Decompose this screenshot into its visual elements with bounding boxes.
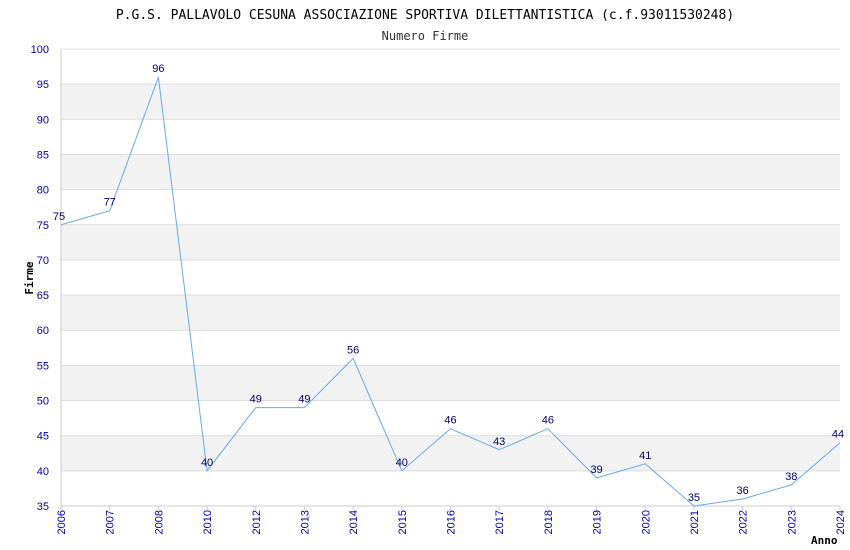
- x-tick-label-2018: 2018: [543, 510, 555, 534]
- data-label-2019: 39: [590, 464, 602, 476]
- y-tick-label-55: 55: [37, 360, 49, 372]
- data-label-2021: 35: [688, 492, 700, 504]
- data-label-2013: 49: [298, 394, 310, 406]
- line-chart: 35404550556065707580859095100 2006 2007 20…: [23, 8, 847, 547]
- band-80: [61, 154, 840, 190]
- y-tick-label-45: 45: [37, 431, 49, 443]
- data-label-2023: 38: [785, 471, 797, 483]
- band-35: [61, 470, 840, 506]
- y-tick-label-90: 90: [37, 114, 49, 126]
- band-60: [61, 295, 840, 331]
- data-label-2016: 46: [444, 415, 456, 427]
- data-label-2020: 41: [639, 450, 651, 462]
- x-tick-label-2014: 2014: [348, 510, 360, 534]
- x-tick-label-2006: 2006: [56, 510, 68, 534]
- band-75: [61, 189, 840, 225]
- data-label-2014: 56: [347, 344, 359, 356]
- x-tick-label-2023: 2023: [786, 510, 798, 534]
- data-label-2015: 40: [396, 457, 408, 469]
- band-55: [61, 330, 840, 366]
- band-85: [61, 119, 840, 155]
- x-tick-label-2015: 2015: [397, 510, 409, 534]
- data-label-2018: 46: [542, 415, 554, 427]
- band-90: [61, 84, 840, 120]
- x-tick-label-2019: 2019: [592, 510, 604, 534]
- background-bands: [61, 49, 840, 506]
- x-tick-label-2021: 2021: [689, 510, 701, 534]
- data-label-2022: 36: [737, 485, 749, 497]
- chart-subtitle: Numero Firme: [382, 29, 469, 43]
- x-tick-label-2020: 2020: [640, 510, 652, 534]
- y-tick-label-60: 60: [37, 325, 49, 337]
- y-tick-label-65: 65: [37, 290, 49, 302]
- data-label-2017: 43: [493, 436, 505, 448]
- data-label-2007: 77: [104, 197, 116, 209]
- x-tick-label-2008: 2008: [153, 510, 165, 534]
- x-tick-label-2010: 2010: [202, 510, 214, 534]
- y-tick-label-95: 95: [37, 79, 49, 91]
- band-50: [61, 365, 840, 401]
- band-95: [61, 49, 840, 85]
- x-tick-label-2012: 2012: [251, 510, 263, 534]
- x-tick-label-2016: 2016: [446, 510, 458, 534]
- y-tick-label-40: 40: [37, 466, 49, 478]
- x-tick-labels: 2006 2007 2008 2010 2012 2013 2014 2015 2016 2017…: [56, 510, 847, 534]
- y-tick-label-100: 100: [31, 44, 49, 56]
- data-label-2006: 75: [53, 211, 65, 223]
- y-tick-label-75: 75: [37, 220, 49, 232]
- y-tick-label-85: 85: [37, 149, 49, 161]
- band-70: [61, 224, 840, 260]
- data-label-2008: 96: [152, 63, 164, 75]
- y-axis-label: Firme: [23, 261, 36, 294]
- x-axis-label: Anno: [811, 534, 838, 547]
- band-65: [61, 259, 840, 296]
- x-tick-label-2013: 2013: [299, 510, 311, 534]
- x-tick-label-2024: 2024: [835, 510, 847, 534]
- data-label-2012: 49: [250, 394, 262, 406]
- band-40: [61, 435, 840, 471]
- y-tick-label-80: 80: [37, 185, 49, 197]
- chart-title: P.G.S. PALLAVOLO CESUNA ASSOCIAZIONE SPO…: [116, 8, 734, 23]
- x-tick-label-2022: 2022: [738, 510, 750, 534]
- x-tick-label-2007: 2007: [105, 510, 117, 534]
- y-tick-label-70: 70: [37, 255, 49, 267]
- y-tick-label-50: 50: [37, 396, 49, 408]
- data-label-2010: 40: [201, 457, 213, 469]
- data-label-2024: 44: [832, 429, 844, 441]
- y-tick-label-35: 35: [37, 501, 49, 513]
- x-tick-label-2017: 2017: [494, 510, 506, 534]
